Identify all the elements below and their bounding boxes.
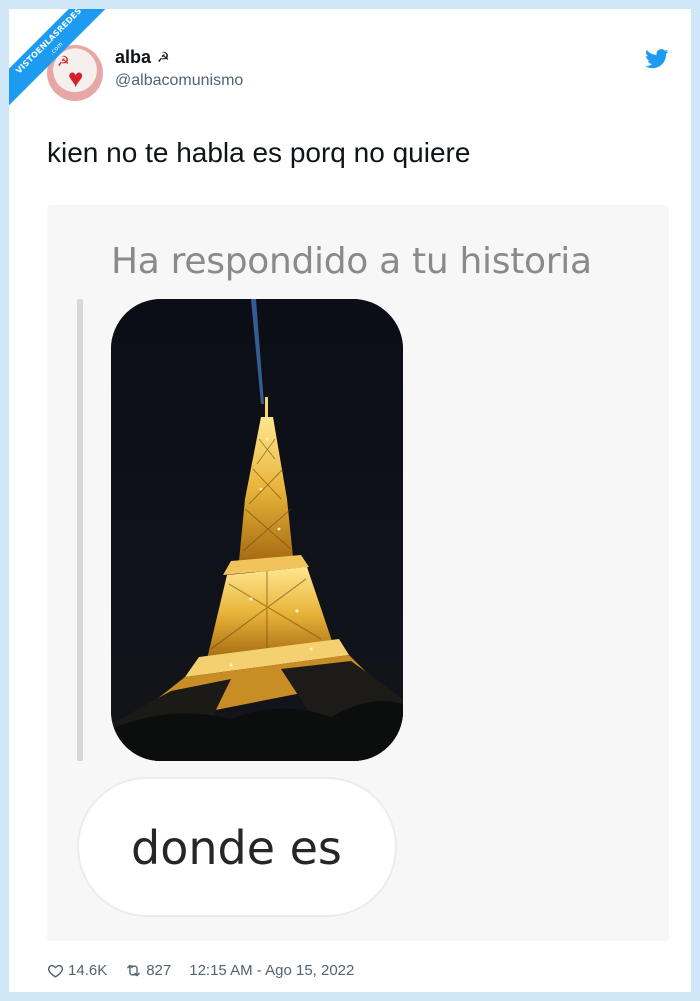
author-handle[interactable]: @albacomunismo (115, 72, 243, 90)
message-bubble: donde es (77, 777, 397, 917)
watermark-ribbon: VISTOENLASREDES .com (9, 9, 119, 119)
tweet-header: ☭ ♥ alba ☭ @albacomunismo (47, 45, 677, 105)
reply-indicator-bar (77, 299, 83, 761)
watermark-text: VISTOENLASREDES (14, 9, 84, 76)
embedded-screenshot: Ha respondido a tu historia donde es (47, 205, 669, 941)
twitter-bird-icon[interactable] (645, 49, 669, 69)
tweet-text: kien no te habla es porq no quiere (47, 137, 471, 168)
reply-label: Ha respondido a tu historia (111, 241, 592, 282)
eiffel-tower-image (111, 299, 403, 761)
message-text: donde es (131, 821, 342, 875)
tweet-card: VISTOENLASREDES .com ☭ ♥ alba ☭ @albacom… (0, 0, 700, 1001)
author-name-row[interactable]: alba ☭ (115, 47, 170, 68)
like-group[interactable]: 14.6K (47, 962, 107, 979)
name-emoji: ☭ (157, 49, 170, 65)
retweet-icon[interactable] (125, 962, 142, 979)
author-name[interactable]: alba (115, 47, 151, 68)
retweet-count: 827 (146, 962, 172, 979)
tweet-footer: 14.6K 827 12:15 AM - Ago 15, 2022 (47, 962, 354, 979)
retweet-group[interactable]: 827 (125, 962, 171, 979)
story-image[interactable] (111, 299, 403, 761)
heart-outline-icon[interactable] (47, 962, 64, 979)
timestamp[interactable]: 12:15 AM - Ago 15, 2022 (189, 962, 354, 979)
like-count: 14.6K (68, 962, 108, 979)
